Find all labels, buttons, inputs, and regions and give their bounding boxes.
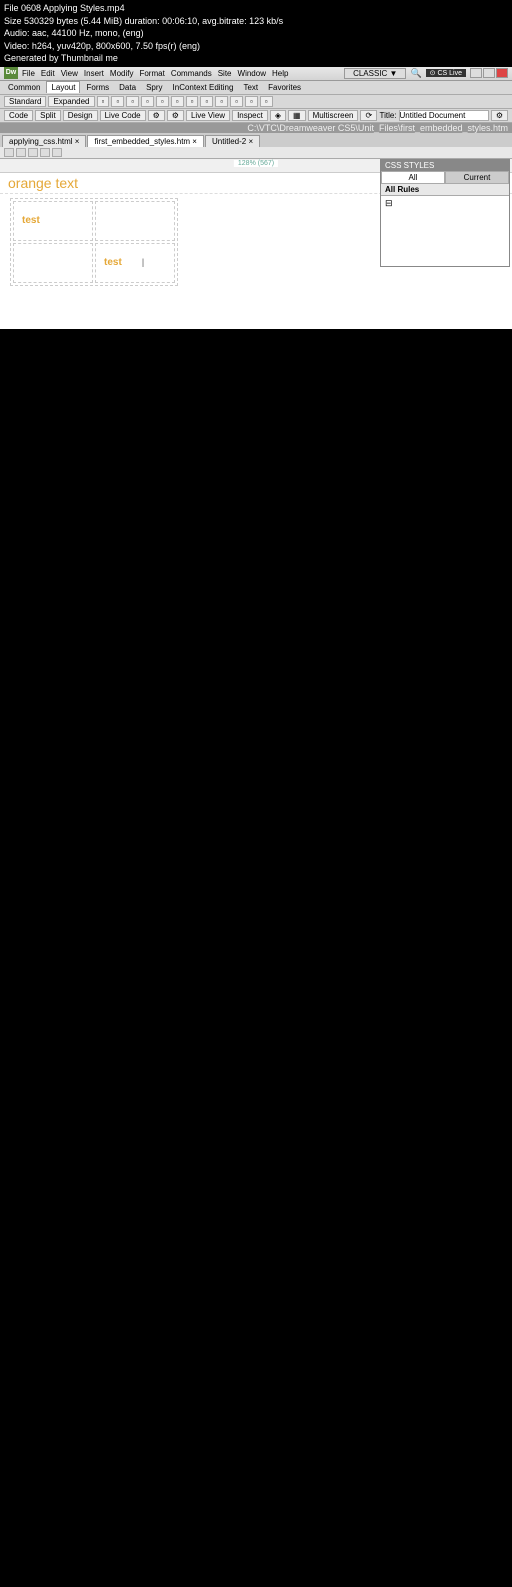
file-tab[interactable]: Untitled-2 × bbox=[205, 135, 260, 147]
insert-btn[interactable]: ▫ bbox=[215, 96, 228, 107]
insert-toolbar: Standard Expanded ▫▫▫▫▫▫▫▫▫▫▫▫ bbox=[0, 95, 512, 109]
insert-btn[interactable]: ▫ bbox=[97, 96, 110, 107]
multiscreen-button[interactable]: Multiscreen bbox=[308, 110, 359, 121]
search-icon[interactable]: 🔍 bbox=[410, 68, 421, 79]
video-metadata: File 0608 Applying Styles.mp4 Size 53032… bbox=[0, 0, 512, 67]
window-controls[interactable] bbox=[470, 68, 508, 78]
layout-table[interactable]: test test| bbox=[10, 198, 178, 286]
menu-edit[interactable]: Edit bbox=[41, 69, 55, 78]
insert-btn[interactable]: ▫ bbox=[141, 96, 154, 107]
live-code-button[interactable]: Live Code bbox=[100, 110, 146, 121]
insert-tab-spry[interactable]: Spry bbox=[142, 82, 166, 93]
document-tabs: applying_css.html ×first_embedded_styles… bbox=[0, 133, 512, 147]
insert-btn[interactable]: ▫ bbox=[111, 96, 124, 107]
code-view-button[interactable]: Code bbox=[4, 110, 33, 121]
menu-help[interactable]: Help bbox=[272, 69, 288, 78]
standard-mode[interactable]: Standard bbox=[4, 96, 46, 107]
insert-tab-forms[interactable]: Forms bbox=[82, 82, 113, 93]
menu-insert[interactable]: Insert bbox=[84, 69, 104, 78]
insert-btn[interactable]: ▫ bbox=[171, 96, 184, 107]
table-cell[interactable]: test bbox=[13, 201, 93, 241]
css-panel-header[interactable]: CSS STYLES bbox=[381, 160, 509, 171]
inspect-btn[interactable]: ⚙ bbox=[148, 110, 165, 121]
insert-tab-common[interactable]: Common bbox=[4, 82, 44, 93]
insert-tab-incontext-editing[interactable]: InContext Editing bbox=[169, 82, 238, 93]
workspace-switcher[interactable]: CLASSIC ▼ bbox=[344, 68, 406, 79]
insert-tab-favorites[interactable]: Favorites bbox=[264, 82, 305, 93]
menu-window[interactable]: Window bbox=[238, 69, 266, 78]
insert-btn[interactable]: ▫ bbox=[126, 96, 139, 107]
mini-toolbar bbox=[0, 147, 512, 159]
insert-tab-data[interactable]: Data bbox=[115, 82, 140, 93]
insert-tab-text[interactable]: Text bbox=[239, 82, 262, 93]
insert-btn[interactable]: ▫ bbox=[156, 96, 169, 107]
table-cell[interactable]: test| bbox=[95, 243, 175, 283]
file-tab[interactable]: applying_css.html × bbox=[2, 135, 86, 147]
css-tab-current[interactable]: Current bbox=[445, 171, 509, 184]
design-view-button[interactable]: Design bbox=[63, 110, 98, 121]
title-input[interactable] bbox=[399, 110, 489, 121]
insert-btn[interactable]: ▫ bbox=[260, 96, 273, 107]
app-icon: Dw bbox=[4, 67, 18, 79]
insert-btn[interactable]: ▫ bbox=[245, 96, 258, 107]
insert-btn[interactable]: ▫ bbox=[230, 96, 243, 107]
insert-panel-tabs: CommonLayoutFormsDataSpryInContext Editi… bbox=[0, 81, 512, 95]
css-tab-all[interactable]: All bbox=[381, 171, 445, 184]
insert-tab-layout[interactable]: Layout bbox=[46, 81, 80, 93]
screenshot-1: Dw File Edit View Insert Modify Format Command… bbox=[0, 67, 512, 329]
css-rules-tree[interactable]: ⊟ </div><div class="ind2" data-name="css… bbox=[381, 196, 509, 266]
expanded-mode[interactable]: Expanded bbox=[48, 96, 94, 107]
file-tab[interactable]: first_embedded_styles.htm × bbox=[87, 135, 204, 147]
inspect-button[interactable]: Inspect bbox=[232, 110, 268, 121]
menu-format[interactable]: Format bbox=[139, 69, 164, 78]
document-toolbar: CodeSplitDesign Live Code ⚙⚙ Live View I… bbox=[0, 109, 512, 123]
menu-modify[interactable]: Modify bbox=[110, 69, 134, 78]
window-titlebar: Dw File Edit View Insert Modify Format Command… bbox=[0, 67, 512, 81]
menu-commands[interactable]: Commands bbox=[171, 69, 212, 78]
css-rule[interactable]: ⊟ </div><div class="ind2" data-name="css… bbox=[385, 198, 505, 210]
split-view-button[interactable]: Split bbox=[35, 110, 61, 121]
insert-btn[interactable]: ▫ bbox=[186, 96, 199, 107]
title-label: Title: bbox=[379, 111, 396, 120]
all-rules-header: All Rules bbox=[381, 184, 509, 196]
menu-site[interactable]: Site bbox=[218, 69, 232, 78]
live-view-button[interactable]: Live View bbox=[186, 110, 230, 121]
cslive-button[interactable]: ⊙ CS Live bbox=[426, 69, 466, 77]
menu-view[interactable]: View bbox=[61, 69, 78, 78]
file-path: C:\VTC\Dreamweaver CS5\Unit_Files\first_… bbox=[0, 123, 512, 133]
css-styles-panel: CSS STYLES AllCurrent All Rules ⊟ </div>… bbox=[380, 159, 510, 267]
menu-file[interactable]: File bbox=[22, 69, 35, 78]
insert-btn[interactable]: ▫ bbox=[200, 96, 213, 107]
